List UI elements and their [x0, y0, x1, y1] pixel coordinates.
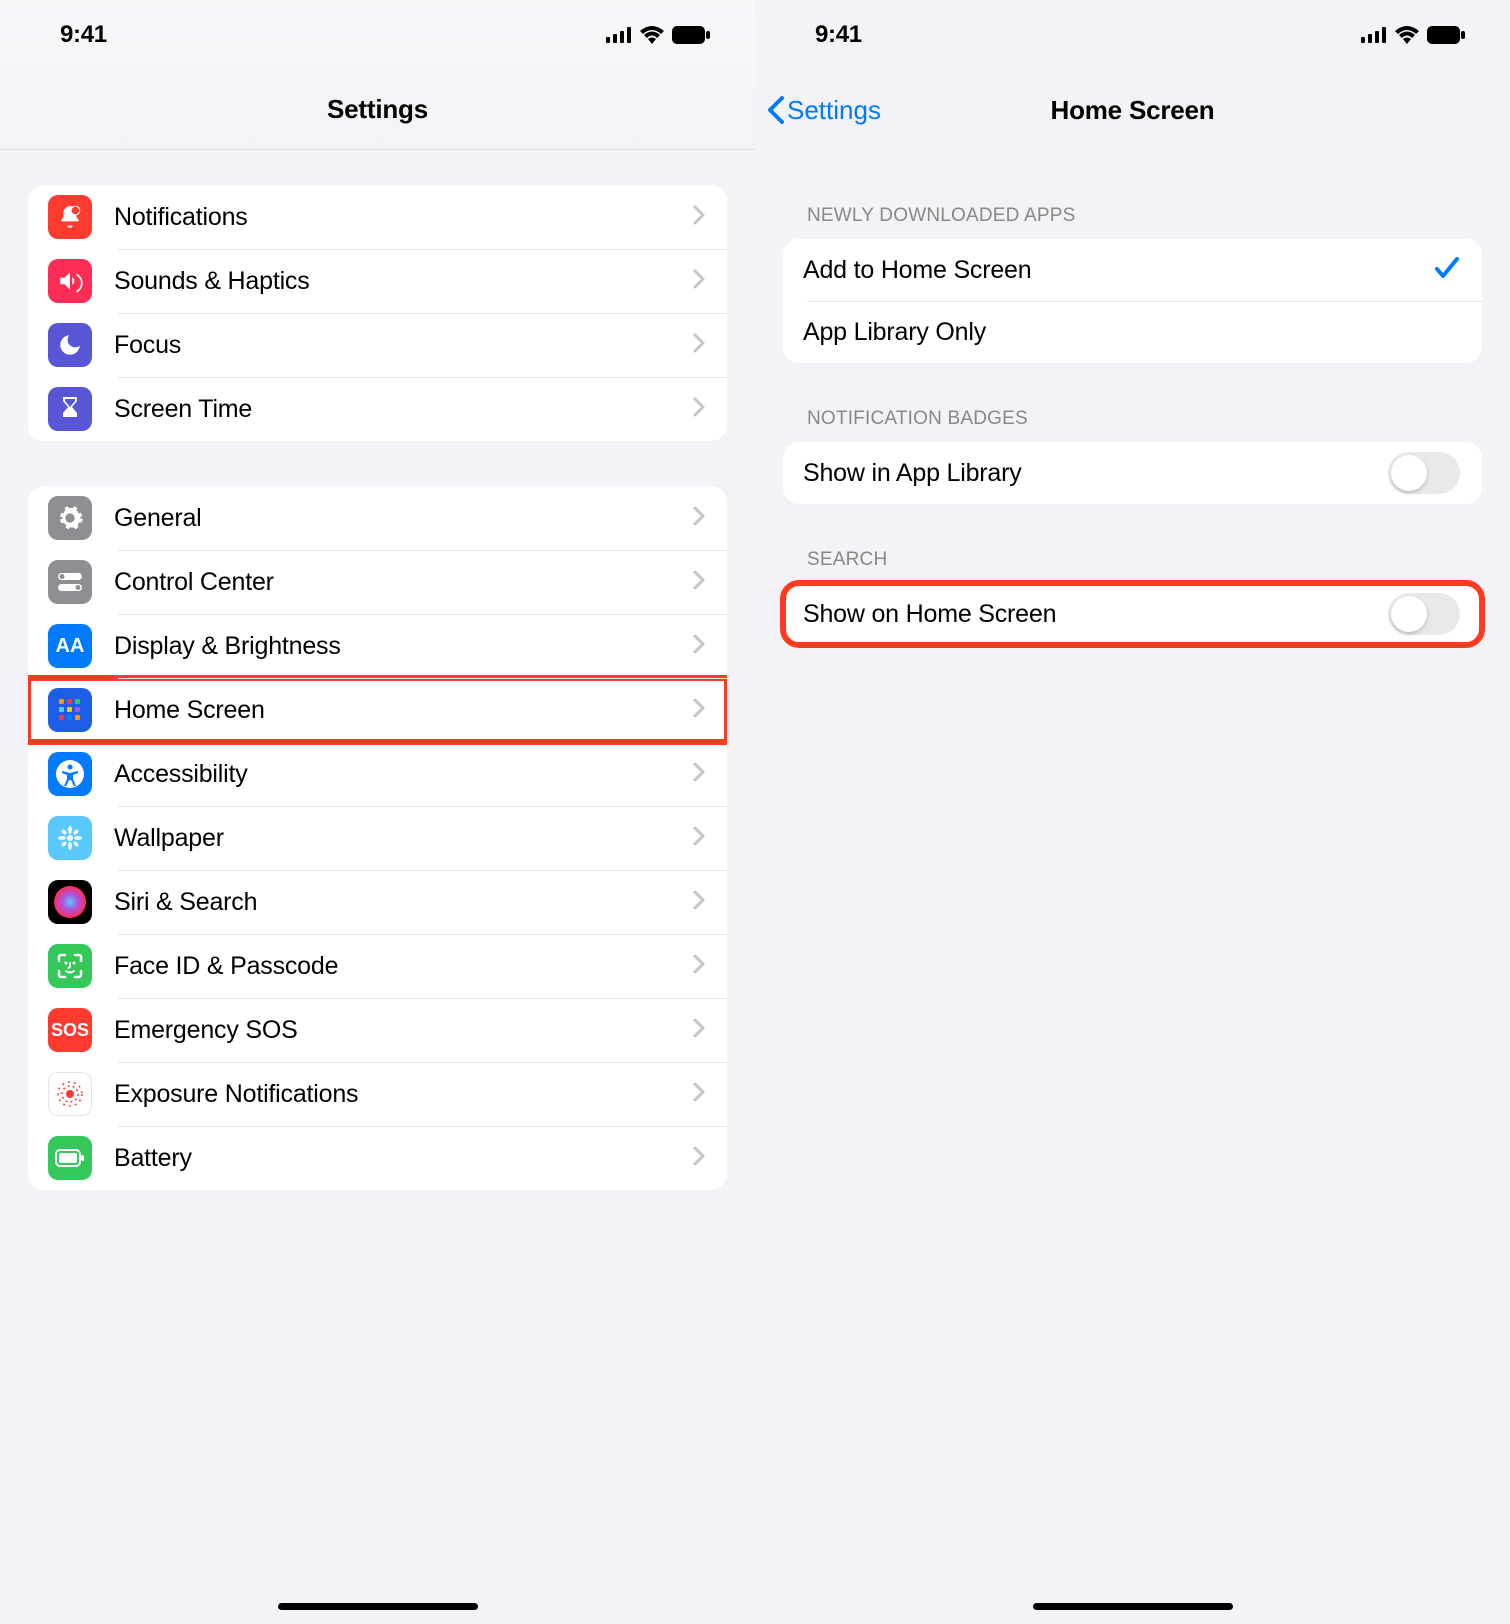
chevron-left-icon	[767, 96, 785, 124]
settings-row-exposure-notifications[interactable]: Exposure Notifications	[28, 1062, 727, 1126]
row-label: Accessibility	[114, 760, 693, 789]
settings-row-focus[interactable]: Focus	[28, 313, 727, 377]
exposure-icon	[48, 1072, 92, 1116]
settings-row-display-brightness[interactable]: AA Display & Brightness	[28, 614, 727, 678]
settings-row-control-center[interactable]: Control Center	[28, 550, 727, 614]
battery-icon	[1427, 26, 1465, 44]
aa-icon: AA	[48, 624, 92, 668]
option-row-show-on-home-screen[interactable]: Show on Home Screen	[783, 583, 1482, 645]
row-label: Face ID & Passcode	[114, 952, 693, 981]
row-label: Sounds & Haptics	[114, 267, 693, 296]
chevron-right-icon	[693, 762, 705, 787]
row-label: Show in App Library	[803, 459, 1388, 488]
home-indicator[interactable]	[278, 1603, 478, 1610]
nav-bar: Settings	[0, 70, 755, 150]
wifi-icon	[640, 26, 664, 44]
settings-row-home-screen[interactable]: Home Screen	[28, 678, 727, 742]
battery-icon	[48, 1136, 92, 1180]
status-icons	[1361, 26, 1465, 44]
row-label: Show on Home Screen	[803, 600, 1388, 629]
row-label: Notifications	[114, 203, 693, 232]
back-button[interactable]: Settings	[767, 95, 881, 126]
chevron-right-icon	[693, 269, 705, 294]
battery-icon	[672, 26, 710, 44]
row-label: Home Screen	[114, 696, 693, 725]
siri-icon	[48, 880, 92, 924]
status-time: 9:41	[815, 21, 862, 49]
bell-icon	[48, 195, 92, 239]
row-label: Emergency SOS	[114, 1016, 693, 1045]
moon-icon	[48, 323, 92, 367]
flower-icon	[48, 816, 92, 860]
status-bar: 9:41	[0, 0, 755, 70]
wifi-icon	[1395, 26, 1419, 44]
status-icons	[606, 26, 710, 44]
settings-row-siri-search[interactable]: Siri & Search	[28, 870, 727, 934]
section-header: SEARCH	[783, 549, 1482, 583]
row-label: Siri & Search	[114, 888, 693, 917]
toggle-switch[interactable]	[1388, 593, 1460, 635]
row-label: Screen Time	[114, 395, 693, 424]
settings-list: Notifications Sounds & Haptics Focus Screen…	[0, 150, 755, 1190]
option-row-add-to-home-screen[interactable]: Add to Home Screen	[783, 239, 1482, 301]
checkmark-icon	[1434, 256, 1460, 285]
home-indicator[interactable]	[1033, 1603, 1233, 1610]
chevron-right-icon	[693, 570, 705, 595]
settings-row-emergency-sos[interactable]: SOS Emergency SOS	[28, 998, 727, 1062]
gear-icon	[48, 496, 92, 540]
settings-row-face-id-passcode[interactable]: Face ID & Passcode	[28, 934, 727, 998]
chevron-right-icon	[693, 397, 705, 422]
settings-row-general[interactable]: General	[28, 486, 727, 550]
settings-row-screen-time[interactable]: Screen Time	[28, 377, 727, 441]
faceid-icon	[48, 944, 92, 988]
chevron-right-icon	[693, 1018, 705, 1043]
row-label: General	[114, 504, 693, 533]
section-header: NOTIFICATION BADGES	[783, 408, 1482, 442]
row-label: Exposure Notifications	[114, 1080, 693, 1109]
chevron-right-icon	[693, 698, 705, 723]
page-title: Home Screen	[1051, 95, 1215, 126]
speaker-icon	[48, 259, 92, 303]
home-screen-options: NEWLY DOWNLOADED APPS Add to Home Screen A…	[755, 150, 1510, 645]
settings-row-notifications[interactable]: Notifications	[28, 185, 727, 249]
cellular-icon	[606, 27, 632, 43]
option-row-show-in-app-library[interactable]: Show in App Library	[783, 442, 1482, 504]
settings-screen: 9:41 Settings Notifications Sounds & Hapt…	[0, 0, 755, 1624]
settings-row-wallpaper[interactable]: Wallpaper	[28, 806, 727, 870]
row-label: Add to Home Screen	[803, 256, 1434, 285]
row-label: App Library Only	[803, 318, 1460, 347]
hourglass-icon	[48, 387, 92, 431]
toggle-switch[interactable]	[1388, 452, 1460, 494]
section-header: NEWLY DOWNLOADED APPS	[783, 205, 1482, 239]
status-bar: 9:41	[755, 0, 1510, 70]
settings-row-sounds-haptics[interactable]: Sounds & Haptics	[28, 249, 727, 313]
chevron-right-icon	[693, 890, 705, 915]
back-label: Settings	[787, 95, 881, 126]
chevron-right-icon	[693, 954, 705, 979]
home-screen-settings: 9:41 Settings Home Screen NEWLY DOWNLOAD…	[755, 0, 1510, 1624]
settings-row-battery[interactable]: Battery	[28, 1126, 727, 1190]
status-time: 9:41	[60, 21, 107, 49]
page-title: Settings	[327, 94, 428, 125]
cellular-icon	[1361, 27, 1387, 43]
chevron-right-icon	[693, 333, 705, 358]
row-label: Control Center	[114, 568, 693, 597]
chevron-right-icon	[693, 826, 705, 851]
row-label: Wallpaper	[114, 824, 693, 853]
chevron-right-icon	[693, 506, 705, 531]
accessibility-icon	[48, 752, 92, 796]
sos-icon: SOS	[48, 1008, 92, 1052]
chevron-right-icon	[693, 634, 705, 659]
chevron-right-icon	[693, 1146, 705, 1171]
row-label: Battery	[114, 1144, 693, 1173]
row-label: Display & Brightness	[114, 632, 693, 661]
grid-icon	[48, 688, 92, 732]
nav-bar: Settings Home Screen	[755, 70, 1510, 150]
switches-icon	[48, 560, 92, 604]
option-row-app-library-only[interactable]: App Library Only	[783, 301, 1482, 363]
chevron-right-icon	[693, 1082, 705, 1107]
settings-row-accessibility[interactable]: Accessibility	[28, 742, 727, 806]
chevron-right-icon	[693, 205, 705, 230]
row-label: Focus	[114, 331, 693, 360]
